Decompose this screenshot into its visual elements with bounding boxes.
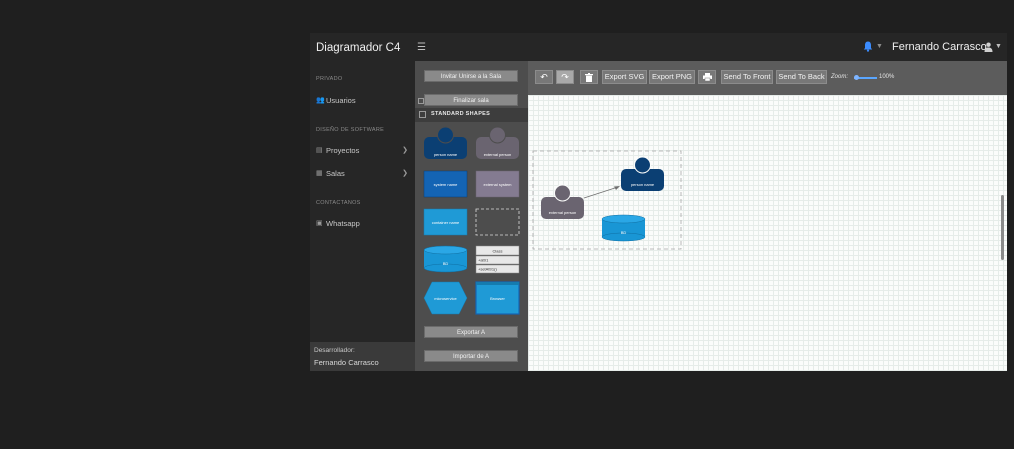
undo-icon: ↶ — [540, 72, 548, 82]
diagram-canvas[interactable]: external person person name BD — [528, 95, 1007, 371]
diagram-svg: external person person name BD — [532, 150, 682, 250]
shape-boundary[interactable] — [475, 208, 520, 236]
send-to-back-button[interactable]: Send To Back — [776, 70, 827, 84]
export-png-button[interactable]: Export PNG — [649, 70, 695, 84]
user-icon[interactable] — [984, 42, 993, 52]
sidebar-item-proyectos[interactable]: ▤ Proyectos ❯ — [316, 145, 408, 157]
app-window: Diagramador C4 ☰ ▼ Fernando Carrasco ▼ P… — [310, 33, 1007, 371]
export-button[interactable]: Exportar A — [424, 326, 518, 338]
redo-button[interactable]: ↷ — [556, 70, 574, 84]
relationship-arrow[interactable] — [583, 186, 619, 199]
sidebar-item-salas[interactable]: ▦ Salas ❯ — [316, 168, 408, 180]
invite-button[interactable]: Invitar Unirse a la Sala — [424, 70, 518, 82]
rooms-icon: ▦ — [316, 170, 323, 177]
shape-class-title: Class — [492, 249, 502, 254]
chevron-right-icon: ❯ — [402, 170, 408, 177]
sidebar-section-title: CONTACTANOS — [316, 200, 361, 206]
canvas-database[interactable]: BD — [601, 214, 646, 242]
shape-person[interactable]: person name — [424, 126, 467, 159]
trash-icon — [585, 73, 593, 82]
sidebar-item-label: Salas — [326, 169, 345, 178]
shape-container[interactable]: container name — [423, 208, 468, 236]
app-title: Diagramador C4 — [316, 42, 401, 54]
hamburger-icon[interactable]: ☰ — [417, 42, 426, 53]
notification-caret-icon[interactable]: ▼ — [876, 43, 883, 50]
shape-browser[interactable]: Browser — [475, 281, 520, 315]
zoom-value: 100% — [879, 74, 895, 80]
sidebar-item-usuarios[interactable]: 👥 Usuarios — [316, 95, 408, 107]
shape-class[interactable]: Class +attr1 +setAttr1() — [475, 245, 520, 274]
shape-container-label: container name — [432, 220, 460, 225]
canvas-person[interactable]: person name — [621, 156, 664, 191]
shape-system-label: system name — [434, 182, 459, 187]
sidebar-item-label: Proyectos — [326, 146, 360, 155]
sidebar-section-title: PRIVADO — [316, 76, 343, 82]
users-icon: 👥 — [316, 97, 325, 104]
sidebar: PRIVADO 👥 Usuarios DISEÑO DE SOFTWARE ▤ … — [310, 61, 415, 371]
send-to-front-button[interactable]: Send To Front — [721, 70, 773, 84]
canvas-person-label: person name — [631, 182, 655, 187]
canvas-external-person-label: external person — [549, 210, 577, 215]
shape-external-system-label: external system — [483, 182, 512, 187]
sidebar-item-whatsapp[interactable]: ▣ Whatsapp — [316, 218, 408, 230]
import-button[interactable]: Importar de A — [424, 350, 518, 362]
zoom-label: Zoom: — [831, 74, 849, 80]
shape-microservice[interactable]: microservice — [423, 281, 468, 315]
finish-room-button[interactable]: Finalizar sala — [424, 94, 518, 106]
zoom-slider-thumb[interactable] — [854, 75, 859, 80]
shape-class-method: +setAttr1() — [478, 267, 497, 272]
chevron-right-icon: ❯ — [402, 147, 408, 154]
shape-external-person-label: external person — [484, 152, 512, 157]
undo-button[interactable]: ↶ — [535, 70, 553, 84]
user-name[interactable]: Fernando Carrasco — [892, 41, 987, 53]
print-button[interactable] — [698, 70, 716, 84]
whatsapp-icon: ▣ — [316, 220, 323, 227]
shapes-grid: person name external person system name … — [423, 126, 520, 315]
user-caret-icon[interactable]: ▼ — [995, 43, 1002, 50]
sidebar-item-label: Usuarios — [326, 96, 356, 105]
arrowhead-icon — [614, 186, 620, 190]
export-svg-button[interactable]: Export SVG — [602, 70, 647, 84]
shape-system[interactable]: system name — [423, 170, 468, 198]
shape-external-person[interactable]: external person — [476, 126, 519, 159]
standard-shapes-header[interactable]: STANDARD SHAPES — [415, 108, 528, 122]
folder-icon: ▤ — [316, 147, 323, 154]
collapse-checkbox[interactable] — [419, 111, 426, 118]
canvas-external-person[interactable]: external person — [541, 184, 584, 219]
shape-class-attr: +attr1 — [478, 258, 489, 263]
developer-footer: Desarrollador: Fernando Carrasco — [310, 342, 415, 371]
shape-palette: Invitar Unirse a la Sala Finalizar sala … — [415, 61, 528, 371]
top-bar: Diagramador C4 ☰ ▼ Fernando Carrasco ▼ — [310, 33, 1007, 61]
shape-browser-label: Browser — [490, 296, 505, 301]
standard-shapes-title: STANDARD SHAPES — [431, 111, 491, 117]
delete-button[interactable] — [580, 70, 598, 84]
redo-icon: ↷ — [561, 72, 569, 82]
canvas-database-label: BD — [621, 230, 627, 235]
bell-icon[interactable] — [863, 41, 873, 52]
vertical-scrollbar[interactable] — [1001, 195, 1004, 260]
shape-microservice-label: microservice — [434, 296, 457, 301]
print-icon — [702, 73, 712, 82]
toolbar: ↶ ↷ Export SVG Export PNG Send To Front … — [528, 61, 1007, 95]
developer-label: Desarrollador: — [314, 347, 355, 354]
shape-external-system[interactable]: external system — [475, 170, 520, 198]
shape-database[interactable]: BD — [423, 245, 468, 273]
sidebar-section-title: DISEÑO DE SOFTWARE — [316, 127, 385, 133]
sidebar-item-label: Whatsapp — [326, 219, 360, 228]
shape-database-label: BD — [443, 261, 449, 266]
developer-name: Fernando Carrasco — [314, 358, 379, 367]
shape-person-label: person name — [434, 152, 458, 157]
